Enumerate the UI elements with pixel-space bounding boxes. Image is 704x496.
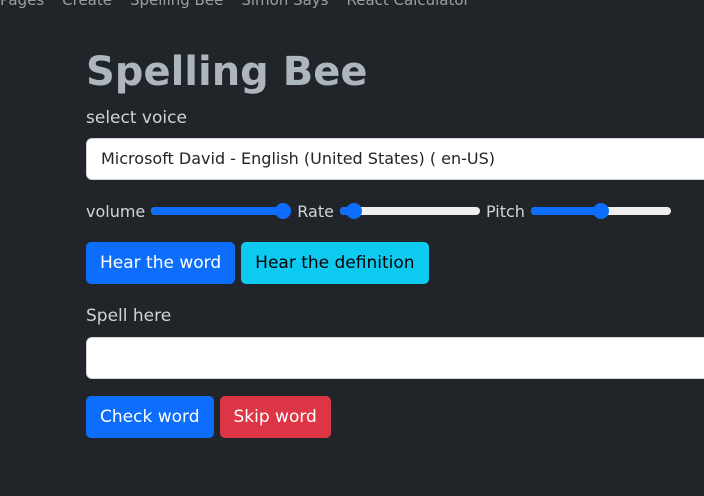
- slider-row: volume Rate Pitch: [86, 199, 704, 223]
- volume-slider-fill: [151, 207, 284, 215]
- volume-slider-thumb[interactable]: [275, 203, 292, 219]
- page-title: Spelling Bee: [86, 49, 368, 95]
- nav-link-create[interactable]: Create: [62, 0, 112, 10]
- hear-button-row: Hear the word Hear the definition: [86, 242, 704, 284]
- pitch-slider[interactable]: [530, 201, 671, 221]
- skip-word-button[interactable]: Skip word: [219, 396, 331, 438]
- pitch-label: Pitch: [485, 201, 525, 221]
- rate-slider-thumb[interactable]: [346, 203, 363, 219]
- check-word-button[interactable]: Check word: [86, 396, 214, 438]
- voice-label: select voice: [86, 108, 187, 128]
- spell-input[interactable]: [86, 337, 704, 379]
- voice-select[interactable]: Microsoft David - English (United States…: [86, 138, 704, 180]
- nav-link-pages[interactable]: Pages: [0, 0, 44, 10]
- hear-word-button[interactable]: Hear the word: [86, 242, 236, 284]
- pitch-slider-thumb[interactable]: [592, 203, 609, 219]
- pitch-slider-fill: [530, 207, 601, 215]
- hear-definition-button[interactable]: Hear the definition: [241, 242, 429, 284]
- top-nav: Pages Create Spelling Bee Simon Says Rea…: [0, 0, 470, 10]
- rate-slider[interactable]: [339, 201, 480, 221]
- volume-label: volume: [86, 201, 146, 221]
- check-button-row: Check word Skip word: [86, 396, 704, 438]
- nav-link-react-calculator[interactable]: React Calculator: [346, 0, 469, 10]
- volume-slider[interactable]: [151, 201, 292, 221]
- rate-label: Rate: [297, 201, 334, 221]
- nav-link-spelling-bee[interactable]: Spelling Bee: [130, 0, 223, 10]
- spell-label: Spell here: [86, 306, 172, 326]
- nav-link-simon-says[interactable]: Simon Says: [241, 0, 328, 10]
- main-container: Spelling Bee select voice Microsoft Davi…: [86, 44, 704, 438]
